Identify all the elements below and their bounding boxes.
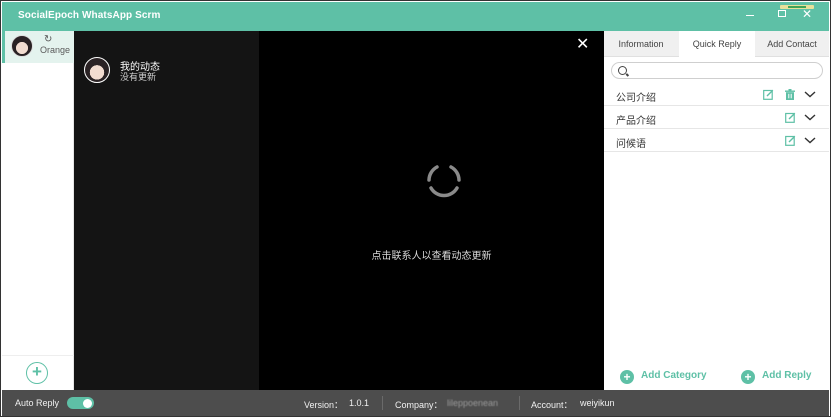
version-label: Version： xyxy=(304,400,344,410)
account-avatar xyxy=(11,35,33,57)
add-reply-button[interactable]: + Add Reply xyxy=(741,369,830,385)
chevron-down-icon[interactable] xyxy=(804,89,816,99)
add-reply-label: Add Reply xyxy=(762,370,812,381)
auto-reply-toggle[interactable] xyxy=(67,397,94,409)
company-value: lileppoenean xyxy=(447,398,499,408)
plus-circle-icon: + xyxy=(620,370,634,384)
viewer-hint: 点击联系人以查看动态更新 xyxy=(371,251,492,262)
right-panel: Information Quick Reply Add Contact 公司介绍… xyxy=(604,31,829,390)
search-input[interactable] xyxy=(632,64,817,77)
category-label: 产品介绍 xyxy=(616,116,656,127)
quick-reply-category[interactable]: 产品介绍 xyxy=(604,107,829,129)
tab-information[interactable]: Information xyxy=(604,31,678,57)
app-title: SocialEpoch WhatsApp Scrm xyxy=(18,10,161,21)
quick-reply-search xyxy=(611,62,823,79)
category-label: 公司介绍 xyxy=(616,93,656,104)
refresh-icon[interactable]: ↻ xyxy=(44,34,52,45)
company-label: Company： xyxy=(395,400,443,410)
rail-divider xyxy=(2,355,74,356)
category-label: 问候语 xyxy=(616,139,646,150)
add-account-button[interactable]: + xyxy=(26,362,48,384)
version-value: 1.0.1 xyxy=(349,398,370,408)
app-window: SocialEpoch WhatsApp Scrm ✕ ↻ Orange + 我… xyxy=(0,0,831,417)
tab-add-contact[interactable]: Add Contact xyxy=(755,31,829,57)
my-status-avatar xyxy=(84,57,110,83)
loading-spinner-icon xyxy=(427,165,461,198)
add-category-label: Add Category xyxy=(641,370,707,381)
status-viewer: ✕ 点击联系人以查看动态更新 xyxy=(259,31,604,390)
delete-icon[interactable] xyxy=(785,89,795,100)
chevron-down-icon[interactable] xyxy=(804,112,816,122)
divider xyxy=(519,396,520,410)
account-name: Orange xyxy=(40,45,71,55)
maximize-button[interactable] xyxy=(774,6,792,22)
status-bar: Auto Reply Version： 1.0.1 Company： lilep… xyxy=(2,390,829,416)
account-label: Account： xyxy=(531,400,573,410)
plus-circle-icon: + xyxy=(741,370,755,384)
chevron-down-icon[interactable] xyxy=(804,135,816,145)
status-list-panel: 我的动态 没有更新 xyxy=(74,31,259,390)
auto-reply-label: Auto Reply xyxy=(15,398,60,408)
my-status-subtitle: 没有更新 xyxy=(120,72,157,82)
quick-reply-category[interactable]: 公司介绍 xyxy=(604,84,829,106)
account-item[interactable]: ↻ Orange xyxy=(2,31,74,63)
edit-icon[interactable] xyxy=(763,89,774,100)
quick-reply-category[interactable]: 问候语 xyxy=(604,130,829,152)
account-value: weiyikun xyxy=(580,398,615,408)
add-category-button[interactable]: + Add Category xyxy=(620,369,730,385)
plus-icon: + xyxy=(32,362,42,381)
divider xyxy=(382,396,383,410)
edit-icon[interactable] xyxy=(785,112,796,123)
maximize-icon xyxy=(778,10,786,17)
minimize-icon xyxy=(746,15,754,16)
window-close-button[interactable]: ✕ xyxy=(798,6,816,22)
title-bar: SocialEpoch WhatsApp Scrm ✕ xyxy=(2,2,829,31)
close-viewer-button[interactable]: ✕ xyxy=(576,36,589,54)
tab-quick-reply[interactable]: Quick Reply xyxy=(679,31,755,57)
edit-icon[interactable] xyxy=(785,135,796,146)
account-rail: ↻ Orange + xyxy=(2,31,74,390)
tab-bar: Information Quick Reply Add Contact xyxy=(604,31,829,57)
minimize-button[interactable] xyxy=(742,6,760,22)
close-icon: ✕ xyxy=(801,7,813,21)
search-icon xyxy=(618,66,627,75)
